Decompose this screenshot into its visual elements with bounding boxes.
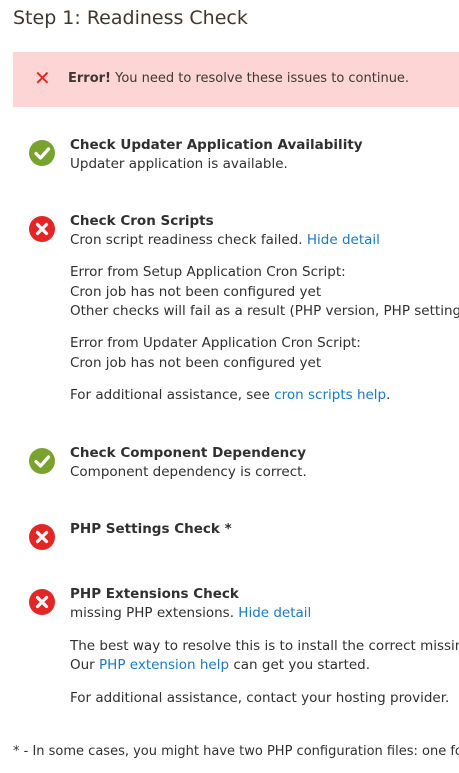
error-x-icon	[29, 589, 55, 615]
cron-help-line: For additional assistance, see cron scri…	[70, 387, 390, 403]
contact-hosting-line: For additional assistance, contact your …	[70, 690, 450, 706]
setup-cron-error-line: Cron job has not been configured yet	[70, 284, 322, 300]
check-message: missing PHP extensions. Hide detail	[70, 605, 311, 621]
error-label: Error!	[68, 71, 111, 86]
setup-cron-error-header: Error from Setup Application Cron Script…	[70, 264, 346, 280]
cron-help-prefix: For additional assistance, see	[70, 387, 275, 403]
footnote: * - In some cases, you might have two PH…	[13, 744, 459, 759]
cron-help-suffix: .	[386, 387, 391, 403]
updater-cron-error-line: Cron job has not been configured yet	[70, 355, 322, 371]
close-icon: ✕	[34, 66, 51, 90]
updater-cron-error-header: Error from Updater Application Cron Scri…	[70, 335, 361, 351]
error-x-icon	[29, 216, 55, 242]
check-mark-icon	[29, 448, 55, 474]
readiness-check-page: Step 1: Readiness Check ✕ Error! You nee…	[0, 0, 459, 773]
check-title: PHP Extensions Check	[70, 586, 239, 602]
php-help-suffix: can get you started.	[229, 657, 371, 673]
error-message: Error! You need to resolve these issues …	[68, 71, 409, 86]
check-title: Check Cron Scripts	[70, 213, 214, 229]
check-message: Component dependency is correct.	[70, 464, 307, 480]
hide-detail-link[interactable]: Hide detail	[307, 232, 380, 248]
php-extension-help-link[interactable]: PHP extension help	[99, 657, 229, 673]
page-title: Step 1: Readiness Check	[13, 7, 248, 29]
error-banner: ✕ Error! You need to resolve these issue…	[13, 52, 459, 107]
cron-scripts-help-link[interactable]: cron scripts help	[274, 387, 386, 403]
setup-cron-error-line: Other checks will fail as a result (PHP …	[70, 303, 459, 319]
php-help-prefix: Our	[70, 657, 100, 673]
check-message: Updater application is available.	[70, 156, 288, 172]
check-message-text: Cron script readiness check failed.	[70, 232, 307, 248]
error-x-icon	[29, 524, 55, 550]
check-title: Check Component Dependency	[70, 445, 307, 461]
error-text: You need to resolve these issues to cont…	[110, 71, 410, 86]
hide-detail-link[interactable]: Hide detail	[238, 605, 311, 621]
check-message: Cron script readiness check failed. Hide…	[70, 232, 380, 248]
check-message-text: missing PHP extensions.	[70, 605, 239, 621]
php-help-line: Our PHP extension help can get you start…	[70, 657, 370, 673]
check-title: PHP Settings Check *	[70, 521, 232, 537]
resolve-instructions: The best way to resolve this is to insta…	[70, 638, 459, 654]
check-mark-icon	[29, 140, 55, 166]
check-title: Check Updater Application Availability	[70, 137, 363, 153]
